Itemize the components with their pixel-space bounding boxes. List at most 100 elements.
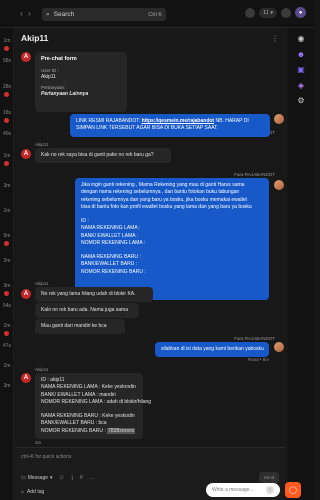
message-line: bisa di bantu foto kan profil ewallet bo… bbox=[81, 203, 252, 210]
chat-list-time[interactable]: 1m bbox=[1, 153, 13, 159]
chat-list-time[interactable]: 47s bbox=[1, 343, 13, 349]
customer-message: Mau ganti dari mandiri ke bca bbox=[35, 319, 125, 335]
customer-avatar: A bbox=[21, 149, 31, 159]
more-options-icon[interactable]: ⋮ bbox=[271, 34, 279, 43]
message-line: BANK/EWALLET BARU : bca bbox=[41, 420, 137, 427]
message-line: BANK/ EWALLET LAMA : mandiri bbox=[41, 392, 137, 399]
search-icon: ⌕ bbox=[46, 10, 50, 18]
agent-avatar bbox=[274, 342, 284, 352]
apps-icon[interactable]: ▣ bbox=[296, 65, 306, 75]
back-arrow-icon[interactable]: ‹ bbox=[20, 9, 23, 18]
sender-name: Akip11 bbox=[35, 142, 49, 147]
message-line-text: NAMA REKENING BARU : Keke yeskodin bbox=[41, 413, 135, 419]
chat-list-time[interactable]: 1m bbox=[1, 363, 13, 369]
message-link[interactable]: https://qesmein.me/rajabandot bbox=[142, 118, 215, 124]
add-tag-label: Add tag bbox=[27, 489, 45, 495]
agent-message: Jika ingin ganti rekening , Mama Rekenin… bbox=[75, 178, 269, 300]
chat-list-time[interactable]: 1m bbox=[1, 208, 13, 214]
chat-list-time[interactable]: 2m bbox=[1, 258, 13, 264]
agent-avatar bbox=[274, 114, 284, 124]
message-mode-label: Message bbox=[27, 475, 49, 481]
message-line-text: NAMA REKENING LAMA : Keke yeskrodin bbox=[41, 384, 136, 391]
emoji-icon[interactable]: ☺ bbox=[59, 475, 65, 481]
chat-list-time[interactable]: 5m bbox=[1, 233, 13, 239]
composer-placeholder: ctrl+K for quick actions bbox=[21, 454, 72, 460]
chat-title: Akip11 bbox=[21, 33, 49, 43]
message-line: NAMA REKENING LAMA : Keke yeskrodin bbox=[41, 384, 137, 391]
chat-list-time[interactable]: 40s bbox=[1, 131, 13, 137]
settings-icon[interactable]: ⚙ bbox=[296, 96, 306, 106]
integration-icon[interactable]: ◈ bbox=[296, 81, 306, 91]
search-box[interactable]: ⌕ Search Ctrl K bbox=[42, 8, 166, 21]
message-line: NOMOR REKENING BARU : bbox=[81, 268, 146, 275]
attachment-icon[interactable]: ⌇ bbox=[71, 475, 74, 482]
message-line-text: ID : akip11 bbox=[41, 377, 65, 383]
message-line: NOMOR REKENING LAMA : bbox=[81, 239, 146, 246]
unread-badge bbox=[4, 92, 9, 97]
agent-message: LINK RESMI RAJABANDOT: https://qesmein.m… bbox=[70, 114, 270, 137]
agent-name: Fara RAJABANDOT bbox=[234, 172, 275, 177]
unread-badge bbox=[4, 291, 9, 296]
chevron-down-icon: ▾ bbox=[270, 9, 273, 16]
tag-icon: ⌂ bbox=[21, 489, 25, 495]
notifications-pill[interactable]: 11 ▾ bbox=[259, 7, 277, 18]
more-icon[interactable]: … bbox=[89, 475, 95, 481]
message-line-text: NOMOR REKENING LAMA : udah di blokir/hil… bbox=[41, 398, 152, 405]
unread-badge bbox=[4, 331, 9, 336]
customer-message: ID : akip11 NAMA REKENING LAMA : Keke yes… bbox=[35, 373, 151, 439]
prechat-title: Pre-chat form bbox=[41, 56, 77, 62]
chat-list-time[interactable]: 28s bbox=[1, 84, 13, 90]
message-line-text: NOMOR REKENING BARU : bbox=[41, 427, 108, 434]
forward-arrow-icon[interactable]: › bbox=[28, 9, 31, 18]
message-mode-select[interactable]: ▭ Message ▾ bbox=[21, 475, 53, 481]
redacted-account-number: 7838xxxxxx bbox=[107, 427, 136, 434]
unread-badge bbox=[4, 118, 9, 123]
customer-message: No rek yang lama hilang udah di blokir K… bbox=[35, 287, 153, 303]
message-line: BANK/ EWALLET LAMA : bbox=[81, 232, 138, 239]
chat-list-time[interactable]: 54s bbox=[1, 303, 13, 309]
customer-avatar: A bbox=[21, 52, 31, 62]
message-text: Kak no rek saya bisa di ganti pake no re… bbox=[41, 152, 154, 158]
chat-list-time[interactable]: 58s bbox=[1, 58, 13, 64]
message-line: NAMA REKENING LAMA : bbox=[81, 225, 141, 232]
prechat-field-value: Akip11 bbox=[41, 74, 56, 81]
chat-list-time[interactable]: 1m bbox=[1, 323, 13, 329]
chat-list-time[interactable]: 3m bbox=[1, 283, 13, 289]
add-tag-button[interactable]: ⌂ Add tag bbox=[21, 489, 44, 495]
user-avatar[interactable]: ● bbox=[295, 7, 306, 18]
prechat-form-card: Pre-chat form User ID : Akip11 Pertanyaa… bbox=[35, 52, 127, 112]
search-shortcut: Ctrl K bbox=[148, 11, 162, 18]
chat-list-time[interactable]: 3m bbox=[1, 383, 13, 389]
unread-badge bbox=[4, 161, 9, 166]
message-line: NAMA REKENING BARU : bbox=[81, 254, 141, 260]
help-icon[interactable] bbox=[281, 7, 291, 18]
chat-list-time[interactable]: 18s bbox=[1, 110, 13, 116]
message-line: NOMOR REKENING LAMA : udah di blokir/hil… bbox=[41, 399, 151, 406]
customer-avatar: A bbox=[21, 289, 31, 299]
message-text: No rek yang lama hilang udah di blokir K… bbox=[41, 291, 136, 297]
chat-widget-button[interactable]: ◯ bbox=[285, 482, 301, 498]
customer-message: Kak no rek saya bisa di ganti pake no re… bbox=[35, 148, 171, 164]
chat-list-time[interactable]: 3m bbox=[1, 183, 13, 189]
widget-send-icon[interactable]: ↑ bbox=[266, 486, 274, 494]
canned-response-icon[interactable]: # bbox=[80, 475, 83, 481]
right-tools-rail: ◉ ☻ ▣ ◈ ⚙ bbox=[286, 28, 314, 500]
message-line: LINK RESMI RAJABANDOT: https://qesmein.m… bbox=[76, 118, 249, 124]
chevron-down-icon: ▾ bbox=[50, 475, 53, 481]
status-icon[interactable] bbox=[245, 7, 256, 18]
message-line: dengan nama rekening sebelumnya , dan ba… bbox=[81, 189, 240, 196]
message-line bbox=[81, 211, 263, 218]
bot-icon[interactable]: ☻ bbox=[296, 50, 306, 60]
chat-list-time[interactable]: 1m bbox=[1, 38, 13, 44]
message-line: ID : bbox=[81, 218, 89, 224]
top-bar: ‹ › ⌕ Search Ctrl K 11 ▾ ● bbox=[0, 0, 314, 28]
notification-count: 11 bbox=[263, 9, 269, 16]
chat-icon[interactable]: ◉ bbox=[296, 34, 306, 44]
search-label: Search bbox=[53, 11, 75, 18]
agent-name: Fara RAJABANDOT bbox=[234, 336, 275, 341]
send-button[interactable]: Send bbox=[259, 472, 279, 483]
message-line bbox=[81, 247, 263, 254]
message-line: rekening sebelumnya dan yang baru ya bos… bbox=[81, 196, 247, 203]
agent-message: silahkan di isi data yang kami berikan y… bbox=[155, 342, 269, 358]
message-line: SIMPAN LINK TERSEBUT AGAR BISA DI BUKA S… bbox=[76, 125, 219, 132]
